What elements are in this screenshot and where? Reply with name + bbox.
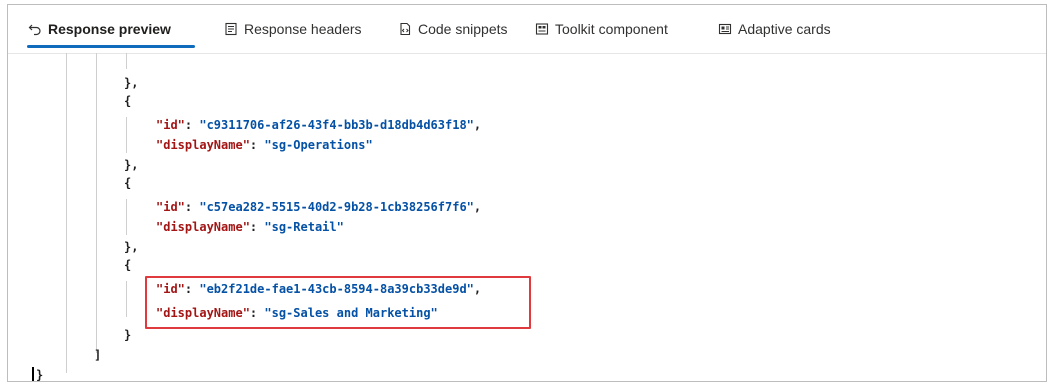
indent-guide <box>126 281 127 317</box>
code-line: }, <box>124 240 139 254</box>
tab-label: Response headers <box>244 21 362 37</box>
tab-toolkit-component[interactable]: Toolkit component <box>535 17 668 41</box>
indent-guide <box>96 53 97 353</box>
code-line: { <box>124 94 132 108</box>
json-response-viewer[interactable]: }, { "id": "c9311706-af26-43f4-bb3b-d18d… <box>8 53 1046 381</box>
code-line: } <box>124 328 132 342</box>
code-snippet-icon <box>398 22 412 36</box>
indent-guide <box>126 117 127 153</box>
active-tab-indicator <box>27 45 195 48</box>
tab-label: Adaptive cards <box>738 21 831 37</box>
json-property-displayname: "displayName": "sg-Retail" <box>156 220 344 234</box>
response-tab-bar: Response preview Response headers Code s… <box>8 5 1046 51</box>
tab-label: Code snippets <box>418 21 508 37</box>
text-cursor <box>32 367 34 381</box>
json-property-id: "id": "c57ea282-5515-40d2-9b28-1cb38256f… <box>156 200 482 214</box>
tab-label: Toolkit component <box>555 21 668 37</box>
json-property-displayname: "displayName": "sg-Operations" <box>156 138 373 152</box>
toolkit-component-icon <box>535 22 549 36</box>
code-line: { <box>124 176 132 190</box>
tab-response-headers[interactable]: Response headers <box>224 17 362 41</box>
code-line: } <box>36 368 44 381</box>
undo-arrow-icon <box>28 22 42 36</box>
tab-code-snippets[interactable]: Code snippets <box>398 17 508 41</box>
tab-response-preview[interactable]: Response preview <box>28 17 171 41</box>
code-line: ] <box>94 348 102 362</box>
tab-adaptive-cards[interactable]: Adaptive cards <box>718 17 831 41</box>
adaptive-card-icon <box>718 22 732 36</box>
code-line: { <box>124 258 132 272</box>
divider <box>8 53 1046 54</box>
json-property-id: "id": "c9311706-af26-43f4-bb3b-d18db4d63… <box>156 118 482 132</box>
indent-guide <box>126 53 127 69</box>
indent-guide <box>126 199 127 235</box>
highlight-annotation-box <box>145 276 531 329</box>
code-line: }, <box>124 76 139 90</box>
document-headers-icon <box>224 22 238 36</box>
tab-label: Response preview <box>48 21 171 37</box>
indent-guide <box>66 53 67 373</box>
code-line: }, <box>124 158 139 172</box>
response-panel: Response preview Response headers Code s… <box>7 4 1047 382</box>
